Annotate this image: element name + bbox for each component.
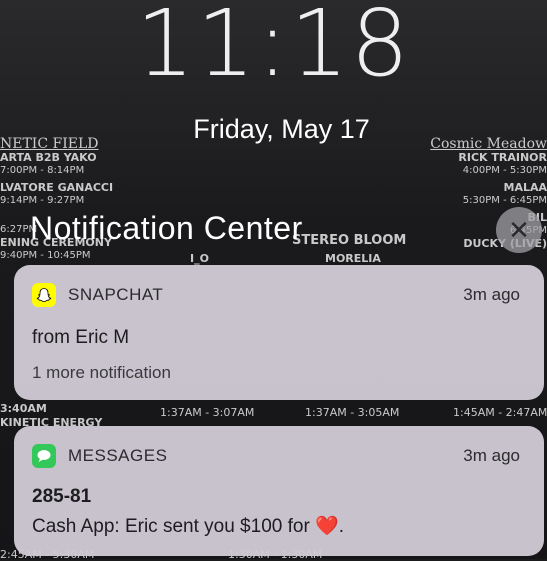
notification-body: Cash App: Eric sent you $100 for ❤️. — [32, 516, 344, 537]
notification-header: SNAPCHAT 3m ago — [32, 283, 520, 307]
notification-header: MESSAGES 3m ago — [32, 444, 520, 468]
message-bubble-icon — [32, 444, 56, 468]
wallpaper-act: MORELIA — [325, 252, 381, 265]
wallpaper-act: I_O — [190, 252, 209, 265]
lockscreen-time: 11:18 — [135, 0, 412, 97]
wallpaper-schedule-line: 1:37AM - 3:05AM — [305, 406, 400, 419]
schedule-line: 4:00PM - 5:30PM — [462, 165, 547, 176]
wallpaper-schedule-line: 1:45AM - 2:47AM — [453, 406, 547, 419]
notification-body: from Eric M — [32, 327, 130, 348]
wallpaper-schedule-line: 3:40AM — [0, 402, 47, 415]
lockscreen-date: Friday, May 17 — [193, 114, 370, 144]
notification-app-name: MESSAGES — [68, 446, 168, 465]
notification-card-snapchat[interactable]: SNAPCHAT 3m ago from Eric M 1 more notif… — [14, 265, 544, 400]
schedule-line: ARTA B2B YAKO — [0, 151, 97, 164]
schedule-line: 7:00PM - 8:14PM — [0, 165, 85, 176]
notification-timestamp: 3m ago — [463, 285, 520, 304]
snapchat-ghost-icon — [32, 283, 56, 307]
notification-more-count: 1 more notification — [32, 363, 171, 382]
notification-center-title: Notification Center — [30, 210, 303, 246]
close-icon: ✕ — [508, 214, 530, 245]
schedule-line: 9:14PM - 9:27PM — [0, 195, 85, 206]
schedule-line: RICK TRAINOR — [458, 151, 547, 164]
wallpaper-venue-middle: STEREO BLOOM — [292, 233, 407, 248]
wallpaper-schedule-line: 1:37AM - 3:07AM — [160, 406, 255, 419]
schedule-line: MALAA — [503, 181, 547, 194]
notification-card-messages[interactable]: MESSAGES 3m ago 285-81 Cash App: Eric se… — [14, 426, 544, 556]
schedule-line: 5:30PM - 6:45PM — [462, 195, 547, 206]
notification-app-name: SNAPCHAT — [68, 285, 164, 304]
schedule-line: 9:40PM - 10:45PM — [0, 250, 91, 261]
notification-timestamp: 3m ago — [463, 446, 520, 465]
notification-sender: 285-81 — [32, 486, 92, 507]
clear-notifications-button[interactable]: ✕ — [496, 207, 542, 253]
schedule-line: LVATORE GANACCI — [0, 181, 114, 194]
